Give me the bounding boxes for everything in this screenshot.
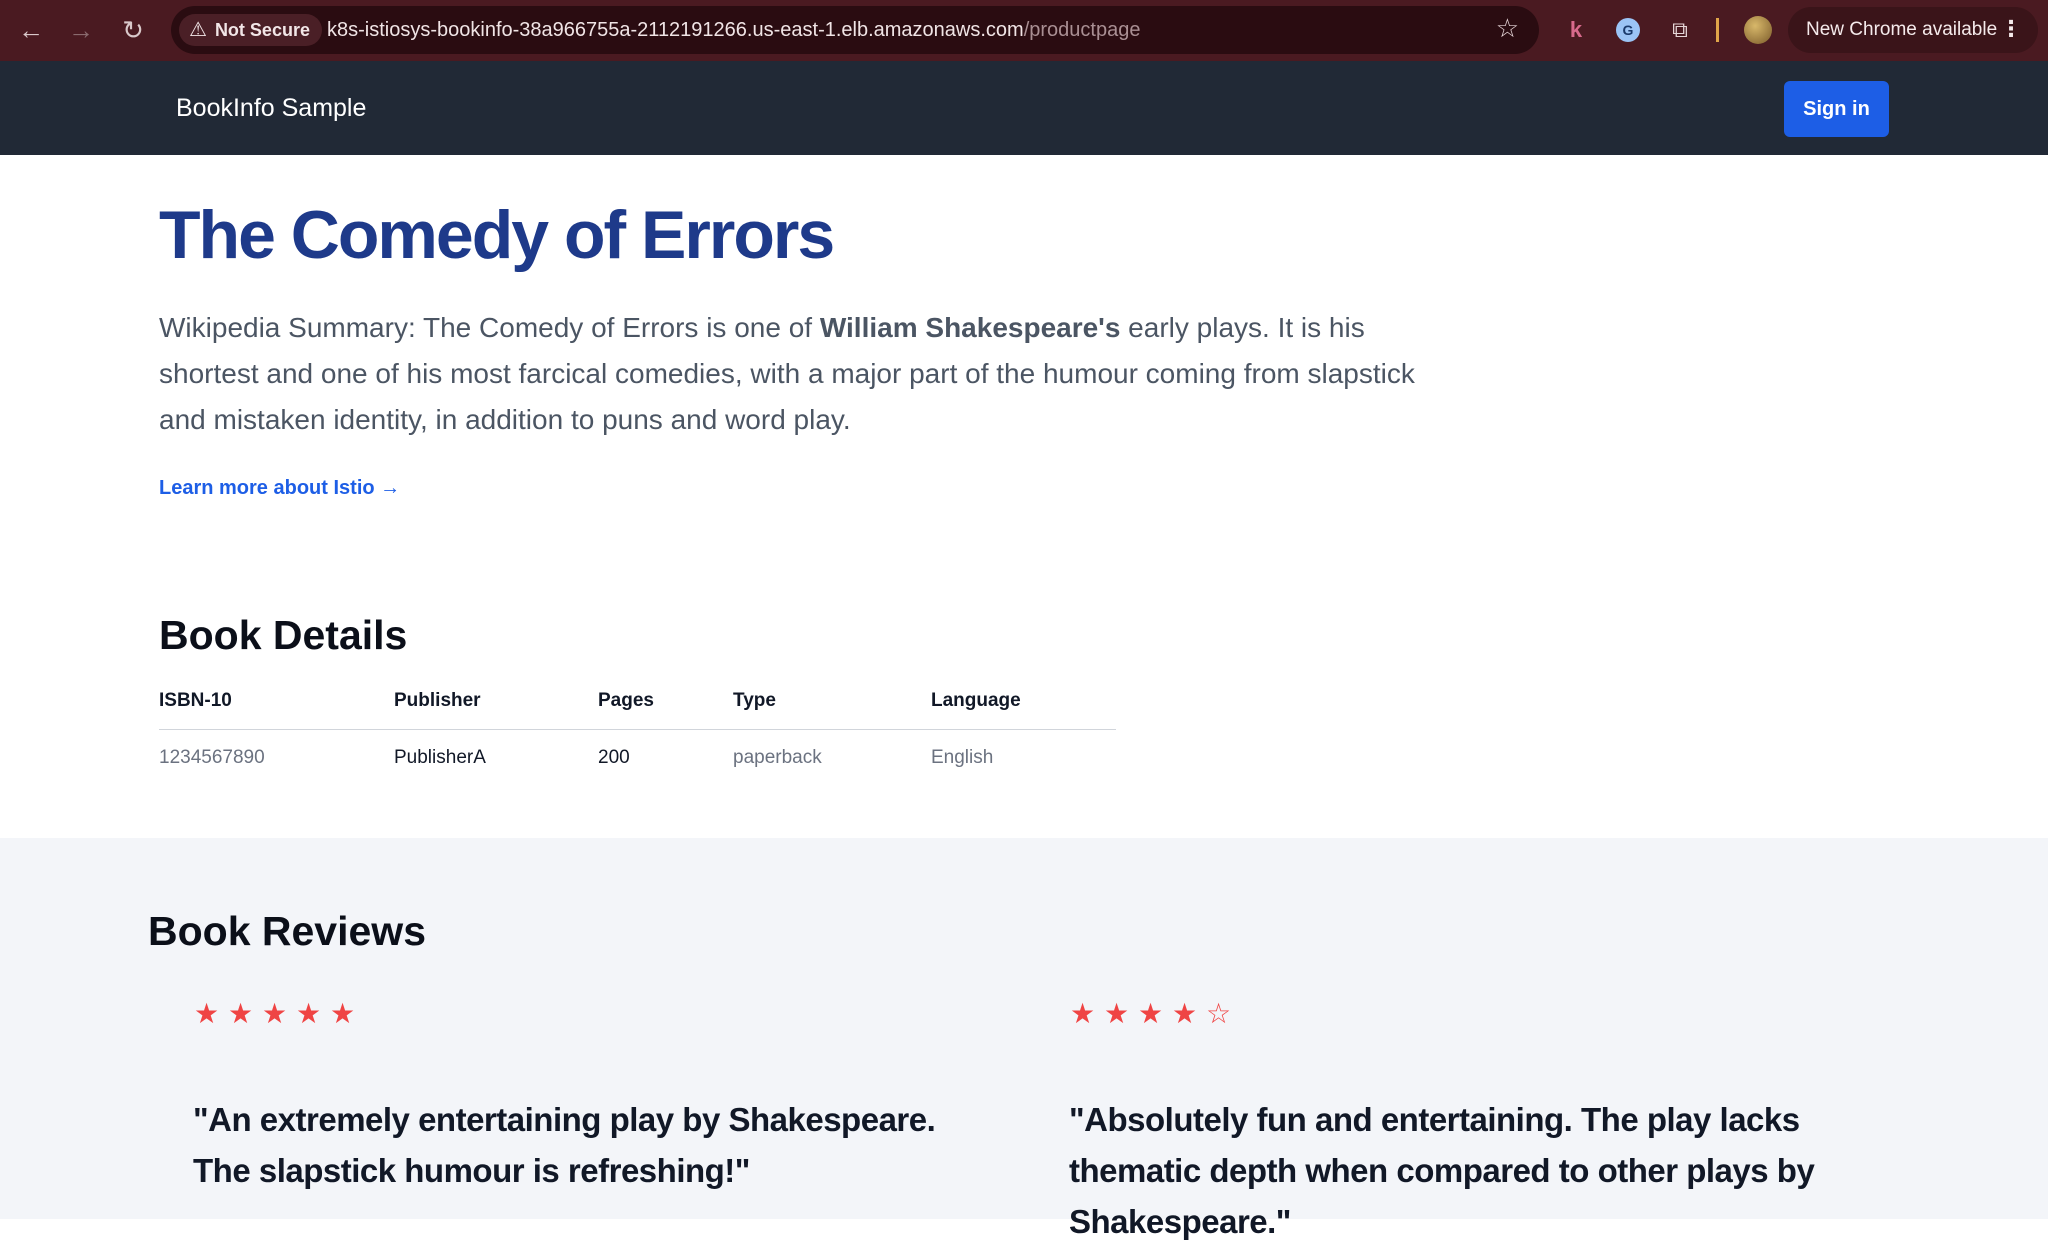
cell-publisher: PublisherA xyxy=(394,747,486,769)
column-header-language: Language xyxy=(931,674,1116,730)
star-filled-icon: ★ xyxy=(227,998,254,1029)
bookmark-star-icon[interactable]: ☆ xyxy=(1496,15,1519,41)
column-header-pages: Pages xyxy=(598,674,733,730)
star-filled-icon: ★ xyxy=(295,998,322,1029)
security-label: Not Secure xyxy=(214,19,310,40)
star-filled-icon: ★ xyxy=(1103,998,1130,1029)
table-header-row: ISBN-10 Publisher Pages Type Language xyxy=(159,674,1116,730)
review-card: ★ ★ ★ ★ ★ "An extremely entertaining play by… xyxy=(193,1000,993,1196)
star-rating: ★ ★ ★ ★ ★ xyxy=(193,1000,993,1028)
warning-icon: ⚠ xyxy=(189,19,207,41)
table-row: 1234567890 PublisherA 200 paperback Engl… xyxy=(159,729,1116,787)
cell-language: English xyxy=(931,747,994,769)
cell-type: paperback xyxy=(733,747,822,769)
review-card: ★ ★ ★ ★ ☆ "Absolutely fun and entertaining. … xyxy=(1069,1000,1869,1247)
chrome-update-button[interactable]: New Chrome available ⋮ xyxy=(1788,7,2038,53)
book-summary: Wikipedia Summary: The Comedy of Errors … xyxy=(159,305,1449,443)
book-details-heading: Book Details xyxy=(159,612,408,658)
profile-avatar[interactable] xyxy=(1744,16,1772,44)
book-reviews-section: Book Reviews ★ ★ ★ ★ ★ "An extremely enterta… xyxy=(0,838,2048,1240)
extension-g-icon[interactable]: G xyxy=(1614,16,1642,44)
star-filled-icon: ★ xyxy=(193,998,220,1029)
star-filled-icon: ★ xyxy=(1069,998,1096,1029)
back-arrow-icon[interactable]: ← xyxy=(16,15,46,45)
extension-k-icon[interactable]: k xyxy=(1562,16,1590,44)
star-filled-icon: ★ xyxy=(329,998,356,1029)
brand-title[interactable]: BookInfo Sample xyxy=(176,94,366,123)
kebab-menu-icon: ⋮ xyxy=(2000,16,2022,41)
book-reviews-heading: Book Reviews xyxy=(148,908,426,954)
forward-arrow-icon[interactable]: → xyxy=(66,15,96,45)
review-text: "An extremely entertaining play by Shake… xyxy=(193,1101,936,1189)
browser-toolbar: ← → ↻ ⚠ Not Secure k8s-istiosys-bookinfo… xyxy=(0,0,2048,61)
sign-in-button[interactable]: Sign in xyxy=(1784,81,1889,137)
page-title: The Comedy of Errors xyxy=(159,197,835,273)
star-filled-icon: ★ xyxy=(261,998,288,1029)
address-bar[interactable]: ⚠ Not Secure k8s-istiosys-bookinfo-38a96… xyxy=(171,6,1539,54)
star-empty-icon: ☆ xyxy=(1205,998,1232,1029)
reload-icon[interactable]: ↻ xyxy=(118,15,148,45)
extensions-puzzle-icon[interactable]: ⧉ xyxy=(1666,16,1694,44)
star-filled-icon: ★ xyxy=(1137,998,1164,1029)
security-indicator[interactable]: ⚠ Not Secure xyxy=(179,14,322,46)
column-header-isbn: ISBN-10 xyxy=(159,674,394,730)
column-header-publisher: Publisher xyxy=(394,674,598,730)
toolbar-divider xyxy=(1716,18,1719,42)
url-path: /productpage xyxy=(1023,19,1141,41)
star-filled-icon: ★ xyxy=(1171,998,1198,1029)
cell-pages: 200 xyxy=(598,747,630,769)
book-details-table: ISBN-10 Publisher Pages Type Language 12… xyxy=(159,674,1116,787)
site-header: BookInfo Sample Sign in xyxy=(0,61,2048,155)
url-text[interactable]: k8s-istiosys-bookinfo-38a966755a-2112191… xyxy=(327,19,1140,42)
summary-author: William Shakespeare's xyxy=(819,312,1121,343)
column-header-type: Type xyxy=(733,674,931,730)
star-rating: ★ ★ ★ ★ ☆ xyxy=(1069,1000,1869,1028)
learn-more-link[interactable]: Learn more about Istio → xyxy=(159,477,400,500)
review-text: "Absolutely fun and entertaining. The pl… xyxy=(1069,1101,1815,1240)
cell-isbn: 1234567890 xyxy=(159,747,265,769)
update-label: New Chrome available xyxy=(1806,19,1998,40)
url-host: k8s-istiosys-bookinfo-38a966755a-2112191… xyxy=(327,19,1024,41)
summary-text: Wikipedia Summary: The Comedy of Errors … xyxy=(159,312,820,343)
